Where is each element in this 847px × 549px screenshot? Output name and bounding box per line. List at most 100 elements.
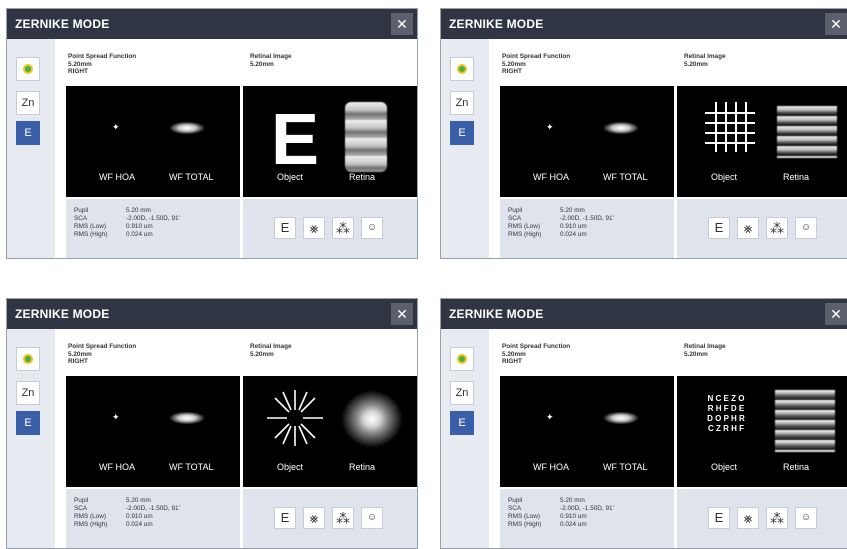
object-letter-e: E xyxy=(271,100,320,180)
psf-header: Point Spread Function 5.20mm RIGHT xyxy=(68,343,136,366)
psf-title: Point Spread Function xyxy=(502,53,571,60)
tool-e-button[interactable]: E xyxy=(274,507,296,529)
close-button[interactable]: ✕ xyxy=(391,303,413,325)
rms-high-value: 0.024 um xyxy=(126,231,153,238)
zn-button[interactable]: Zn xyxy=(450,381,474,405)
rms-high-key: RMS (High) xyxy=(74,521,108,528)
title-bar: ZERNIKE MODE ✕ xyxy=(441,9,847,39)
psf-eye: RIGHT xyxy=(502,68,522,75)
retina-chart-blur xyxy=(775,390,835,452)
chart-row-1: N C E Z O xyxy=(707,394,745,403)
tool-e-button[interactable]: E xyxy=(274,217,296,239)
tool-chart-icon[interactable]: ☺ xyxy=(361,507,383,529)
object-label: Object xyxy=(711,172,738,182)
retinal-header: Retinal Image 5.20mm xyxy=(250,53,292,68)
wf-hoa-label: WF HOA xyxy=(99,172,135,182)
psf-panel: ✦ WF HOA WF TOTAL xyxy=(66,86,240,197)
retinal-pupil: 5.20mm xyxy=(250,350,274,358)
rms-high-value: 0.024 um xyxy=(560,231,587,238)
psf-total-spot xyxy=(604,122,638,134)
tool-chart-icon[interactable]: ☺ xyxy=(361,217,383,239)
chart-row-2: R H F D E xyxy=(707,404,745,413)
status-indicator-icon xyxy=(23,354,33,364)
object-ray-target xyxy=(267,390,323,446)
status-indicator-icon xyxy=(23,64,33,74)
object-label: Object xyxy=(277,462,304,472)
window-title: ZERNIKE MODE xyxy=(449,307,544,321)
retinal-pupil: 5.20mm xyxy=(250,60,274,68)
window-title: ZERNIKE MODE xyxy=(15,307,110,321)
rms-low-key: RMS (Low) xyxy=(74,223,106,230)
retina-label: Retina xyxy=(349,462,376,472)
e-button[interactable]: E xyxy=(450,121,474,145)
psf-header: Point Spread Function 5.20mm RIGHT xyxy=(502,343,570,366)
e-button[interactable]: E xyxy=(16,411,40,435)
object-acuity-chart: N C E Z O R H F D E D O P H R C Z R H F xyxy=(689,394,763,454)
psf-eye: RIGHT xyxy=(502,358,522,365)
pupil-key: Pupil xyxy=(74,207,89,214)
object-grid xyxy=(705,102,755,152)
pupil-value: 5.20 mm xyxy=(560,497,585,504)
retinal-tools: E ⨳ ⁂ ☺ xyxy=(243,489,417,548)
tool-grid-icon[interactable]: ⨳ xyxy=(737,507,759,529)
e-button[interactable]: E xyxy=(450,411,474,435)
pupil-value: 5.20 mm xyxy=(560,207,585,214)
retinal-header: Retinal Image 5.20mm xyxy=(684,53,726,68)
tool-star-icon[interactable]: ⁂ xyxy=(766,507,788,529)
retinal-title: Retinal Image xyxy=(684,343,726,350)
tool-e-button[interactable]: E xyxy=(708,507,730,529)
psf-panel: ✦ WF HOA WF TOTAL xyxy=(500,376,674,487)
indicator-button[interactable] xyxy=(450,347,474,371)
sidebar: Zn E xyxy=(7,329,55,548)
tool-chart-icon[interactable]: ☺ xyxy=(795,507,817,529)
zernike-window-2: ZERNIKE MODE ✕ Zn E Point Spread Functio… xyxy=(440,8,847,259)
sca-key: SCA xyxy=(74,215,88,222)
psf-eye: RIGHT xyxy=(68,358,88,365)
wf-total-label: WF TOTAL xyxy=(169,172,214,182)
close-button[interactable]: ✕ xyxy=(825,13,847,35)
e-button[interactable]: E xyxy=(16,121,40,145)
psf-title: Point Spread Function xyxy=(68,53,137,60)
tool-chart-icon[interactable]: ☺ xyxy=(795,217,817,239)
pupil-value: 5.20 mm xyxy=(126,207,151,214)
retinal-pupil: 5.20mm xyxy=(684,60,708,68)
zn-button[interactable]: Zn xyxy=(450,91,474,115)
rms-low-key: RMS (Low) xyxy=(74,513,106,520)
wf-total-label: WF TOTAL xyxy=(603,462,648,472)
chart-row-3: D O P H R xyxy=(707,414,745,423)
indicator-button[interactable] xyxy=(16,57,40,81)
psf-eye: RIGHT xyxy=(68,68,88,75)
psf-pupil: 5.20mm xyxy=(502,350,526,358)
sca-value: -2.00D, -1.50D, 91' xyxy=(126,215,180,222)
retinal-panel: Object Retina xyxy=(243,376,417,487)
rms-low-key: RMS (Low) xyxy=(508,223,540,230)
psf-hoa-spot: ✦ xyxy=(546,412,554,422)
retinal-title: Retinal Image xyxy=(684,53,726,60)
tool-star-icon[interactable]: ⁂ xyxy=(332,217,354,239)
tool-e-button[interactable]: E xyxy=(708,217,730,239)
tool-grid-icon[interactable]: ⨳ xyxy=(303,507,325,529)
tool-star-icon[interactable]: ⁂ xyxy=(332,507,354,529)
zn-button[interactable]: Zn xyxy=(16,381,40,405)
wf-total-label: WF TOTAL xyxy=(603,172,648,182)
psf-panel: ✦ WF HOA WF TOTAL xyxy=(500,86,674,197)
window-title: ZERNIKE MODE xyxy=(15,17,110,31)
tool-grid-icon[interactable]: ⨳ xyxy=(737,217,759,239)
retina-letter-e-blur xyxy=(345,102,387,172)
measurement-info: Pupil 5.20 mm SCA -2.00D, -1.50D, 91' RM… xyxy=(66,489,240,548)
measurement-info: Pupil 5.20 mm SCA -2.00D, -1.50D, 91' RM… xyxy=(66,199,240,258)
retinal-title: Retinal Image xyxy=(250,53,292,60)
zernike-window-1: ZERNIKE MODE ✕ Zn E Point Spread Functio… xyxy=(6,8,418,259)
rms-low-value: 0.910 um xyxy=(560,223,587,230)
measurement-info: Pupil 5.20 mm SCA -2.00D, -1.50D, 91' RM… xyxy=(500,489,674,548)
sca-value: -2.00D, -1.50D, 91' xyxy=(560,505,614,512)
retinal-title: Retinal Image xyxy=(250,343,292,350)
close-button[interactable]: ✕ xyxy=(391,13,413,35)
indicator-button[interactable] xyxy=(16,347,40,371)
tool-grid-icon[interactable]: ⨳ xyxy=(303,217,325,239)
zn-button[interactable]: Zn xyxy=(16,91,40,115)
sca-key: SCA xyxy=(74,505,88,512)
tool-star-icon[interactable]: ⁂ xyxy=(766,217,788,239)
close-button[interactable]: ✕ xyxy=(825,303,847,325)
indicator-button[interactable] xyxy=(450,57,474,81)
